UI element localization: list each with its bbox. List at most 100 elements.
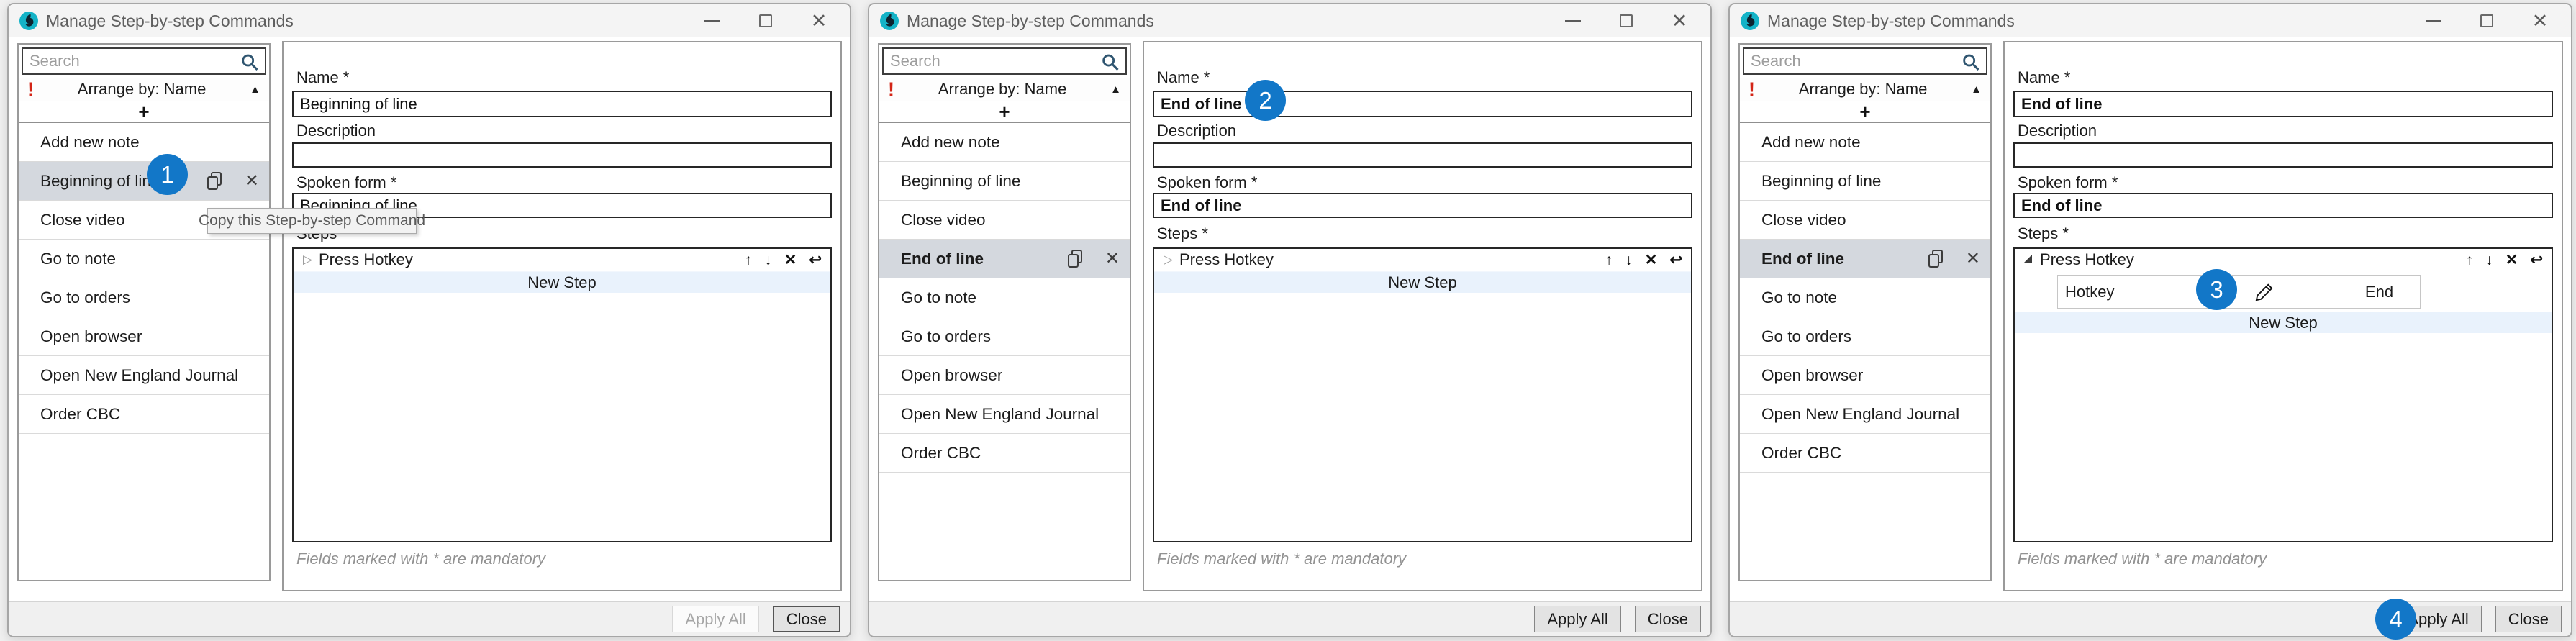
list-item[interactable]: End of line✕	[1740, 240, 1990, 278]
collapse-list-icon[interactable]: ▲	[250, 83, 260, 96]
move-step-up-icon[interactable]: ↑	[1605, 253, 1613, 268]
list-item[interactable]: Beginning of line	[879, 162, 1130, 201]
edit-pencil-icon[interactable]	[2254, 281, 2275, 303]
spoken-form-field[interactable]	[1153, 193, 1692, 218]
name-field[interactable]	[1153, 91, 1692, 117]
list-item[interactable]: Open browser	[1740, 356, 1990, 395]
list-item[interactable]: Open browser	[19, 317, 269, 356]
minimize-button[interactable]	[703, 12, 722, 30]
list-item[interactable]: Go to note	[1740, 278, 1990, 317]
close-window-icon[interactable]: ✕	[809, 12, 828, 30]
close-dialog-button[interactable]: Close	[773, 606, 840, 632]
apply-all-button[interactable]: Apply All	[672, 606, 758, 632]
minimize-button[interactable]	[2424, 12, 2443, 30]
command-name: End of line	[901, 250, 984, 268]
expander-expanded-icon[interactable]	[2024, 255, 2032, 263]
expander-collapsed-icon[interactable]: ▷	[303, 253, 319, 267]
new-step-row[interactable]: New Step	[2015, 312, 2552, 333]
undo-step-icon[interactable]: ↩	[809, 253, 822, 268]
description-field[interactable]	[2013, 142, 2553, 168]
list-item[interactable]: Go to note	[19, 240, 269, 278]
list-item[interactable]: Order CBC	[19, 395, 269, 434]
move-step-down-icon[interactable]: ↓	[1625, 253, 1633, 268]
search-input[interactable]	[884, 49, 1125, 73]
delete-step-icon[interactable]: ✕	[2505, 253, 2518, 268]
delete-command-icon[interactable]: ✕	[1105, 250, 1120, 268]
step-header-press-hotkey[interactable]: Press Hotkey ↑ ↓ ✕ ↩	[2015, 249, 2552, 271]
search-icon[interactable]	[1961, 53, 1981, 73]
search-input[interactable]	[23, 49, 265, 73]
add-command-button[interactable]: +	[19, 101, 269, 123]
description-field[interactable]	[1153, 142, 1692, 168]
move-step-down-icon[interactable]: ↓	[2485, 253, 2493, 268]
list-item[interactable]: Go to orders	[1740, 317, 1990, 356]
list-item[interactable]: Beginning of line	[1740, 162, 1990, 201]
hotkey-value[interactable]: End	[2339, 276, 2420, 308]
list-item[interactable]: Close video	[879, 201, 1130, 240]
new-step-row[interactable]: New Step	[294, 271, 830, 293]
copy-command-icon[interactable]	[206, 171, 223, 191]
search-icon[interactable]	[1100, 53, 1120, 73]
list-item[interactable]: Open New England Journal	[879, 395, 1130, 434]
command-list: Add new noteBeginning of line✕Close vide…	[19, 123, 269, 434]
undo-step-icon[interactable]: ↩	[1669, 253, 1682, 268]
minimize-button[interactable]	[1564, 12, 1582, 30]
arrange-by-label: Arrange by: Name	[1755, 80, 1971, 99]
copy-command-icon[interactable]	[1927, 249, 1944, 269]
maximize-button[interactable]	[1617, 12, 1636, 30]
close-dialog-button[interactable]: Close	[2495, 606, 2562, 632]
command-list: Add new noteBeginning of lineClose video…	[1740, 123, 1990, 473]
list-item[interactable]: End of line ✕	[879, 240, 1130, 278]
list-item[interactable]: Add new note	[879, 123, 1130, 162]
titlebar[interactable]: Manage Step-by-step Commands ✕	[1730, 4, 2571, 37]
move-step-up-icon[interactable]: ↑	[2466, 253, 2474, 268]
add-command-button[interactable]: +	[1740, 101, 1990, 123]
list-item[interactable]: Close video	[1740, 201, 1990, 240]
arrange-by-header[interactable]: ! Arrange by: Name ▲	[1740, 78, 1990, 101]
close-window-icon[interactable]: ✕	[1670, 12, 1689, 30]
list-item[interactable]: Go to orders	[19, 278, 269, 317]
name-field[interactable]	[292, 91, 832, 117]
list-item[interactable]: Order CBC	[1740, 434, 1990, 473]
delete-command-icon[interactable]: ✕	[1966, 250, 1980, 268]
list-item[interactable]: Beginning of line✕	[19, 162, 269, 201]
list-item[interactable]: Open New England Journal	[19, 356, 269, 395]
copy-command-icon[interactable]	[1066, 249, 1084, 269]
move-step-down-icon[interactable]: ↓	[764, 253, 772, 268]
add-command-button[interactable]: +	[879, 101, 1130, 123]
maximize-button[interactable]	[2477, 12, 2496, 30]
delete-command-icon[interactable]: ✕	[245, 173, 259, 190]
list-item[interactable]: Go to orders	[879, 317, 1130, 356]
list-item[interactable]: Open New England Journal	[1740, 395, 1990, 434]
collapse-list-icon[interactable]: ▲	[1971, 83, 1982, 96]
new-step-row[interactable]: New Step	[1154, 271, 1691, 293]
undo-step-icon[interactable]: ↩	[2530, 253, 2543, 268]
search-input[interactable]	[1744, 49, 1986, 73]
list-item[interactable]: Go to note	[879, 278, 1130, 317]
apply-all-button[interactable]: Apply All	[1534, 606, 1620, 632]
name-field[interactable]	[2013, 91, 2553, 117]
close-dialog-button[interactable]: Close	[1635, 606, 1701, 632]
expander-collapsed-icon[interactable]: ▷	[1164, 253, 1179, 267]
description-field[interactable]	[292, 142, 832, 168]
delete-step-icon[interactable]: ✕	[1645, 253, 1658, 268]
move-step-up-icon[interactable]: ↑	[745, 253, 753, 268]
close-window-icon[interactable]: ✕	[2531, 12, 2549, 30]
arrange-by-header[interactable]: ! Arrange by: Name ▲	[879, 78, 1130, 101]
list-item[interactable]: Add new note	[1740, 123, 1990, 162]
hotkey-field-cell[interactable]: Hotkey	[2058, 276, 2190, 308]
hotkey-value-label: End	[2365, 283, 2393, 301]
spoken-form-field[interactable]	[2013, 193, 2553, 218]
list-item[interactable]: Add new note	[19, 123, 269, 162]
arrange-by-header[interactable]: ! Arrange by: Name ▲	[19, 78, 269, 101]
step-header-press-hotkey[interactable]: ▷ Press Hotkey ↑ ↓ ✕ ↩	[294, 249, 830, 271]
maximize-button[interactable]	[756, 12, 775, 30]
titlebar[interactable]: Manage Step-by-step Commands ✕	[9, 4, 850, 37]
list-item[interactable]: Order CBC	[879, 434, 1130, 473]
titlebar[interactable]: Manage Step-by-step Commands ✕	[869, 4, 1710, 37]
search-icon[interactable]	[240, 53, 260, 73]
step-header-press-hotkey[interactable]: ▷ Press Hotkey ↑ ↓ ✕ ↩	[1154, 249, 1691, 271]
collapse-list-icon[interactable]: ▲	[1110, 83, 1121, 96]
list-item[interactable]: Open browser	[879, 356, 1130, 395]
delete-step-icon[interactable]: ✕	[784, 253, 797, 268]
